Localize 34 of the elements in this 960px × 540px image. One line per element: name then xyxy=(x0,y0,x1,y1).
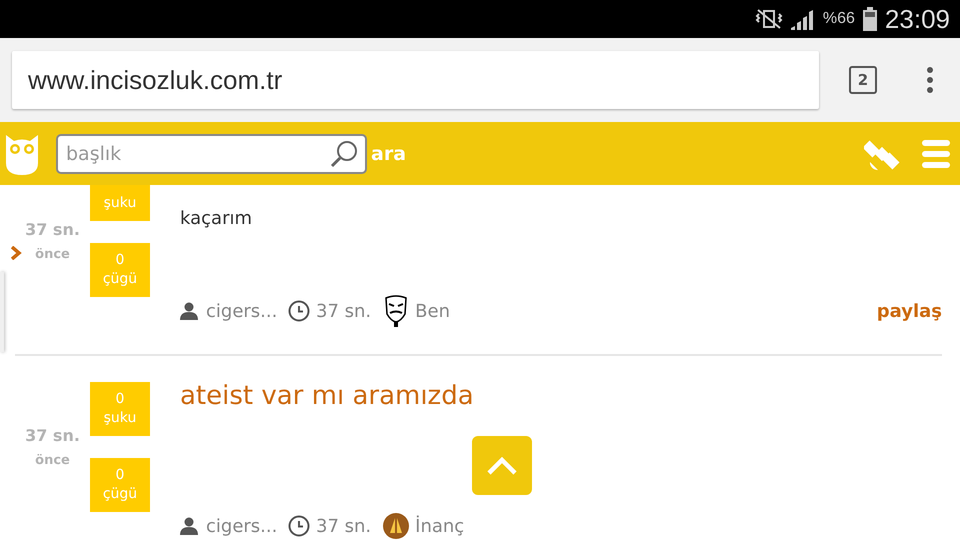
praying-hands-icon xyxy=(383,513,410,539)
more-menu-icon[interactable] xyxy=(927,67,933,93)
post-time: 37 sn. xyxy=(25,426,80,445)
post-age: 37 sn. xyxy=(316,516,372,536)
clock-icon xyxy=(288,300,310,322)
chevron-right-icon[interactable] xyxy=(10,246,22,260)
badge-label: Ben xyxy=(415,300,450,322)
chevron-up-icon xyxy=(487,456,517,474)
search-field[interactable]: başlık xyxy=(56,134,367,174)
status-time: 23:09 xyxy=(884,4,950,34)
vibrate-off-icon xyxy=(754,8,783,30)
owl-logo-icon[interactable] xyxy=(4,132,40,174)
battery-percent: %66 xyxy=(822,10,855,28)
post-time-suffix: önce xyxy=(35,453,70,468)
post-time: 37 sn. xyxy=(25,220,80,239)
scroll-to-top-button[interactable] xyxy=(472,436,532,495)
badge-label: İnanç xyxy=(415,516,464,536)
share-link[interactable]: paylaş xyxy=(876,300,942,322)
address-bar[interactable]: www.incisozluk.com.tr xyxy=(12,51,819,109)
post-age: 37 sn. xyxy=(316,300,372,322)
post-title[interactable]: ateist var mı aramızda xyxy=(180,380,942,412)
tab-count-button[interactable]: 2 xyxy=(849,66,877,94)
user-icon xyxy=(180,517,198,535)
menu-icon[interactable] xyxy=(922,138,950,168)
user-icon xyxy=(180,302,198,320)
post-body: kaçarım xyxy=(180,208,253,229)
search-icon[interactable] xyxy=(329,138,359,168)
signal-icon xyxy=(790,8,815,30)
mask-icon xyxy=(383,294,410,328)
author-name[interactable]: cigers... xyxy=(206,300,288,322)
author-name[interactable]: cigers... xyxy=(206,516,288,536)
post-time-suffix: önce xyxy=(35,247,70,262)
battery-icon xyxy=(862,7,877,31)
clock-icon xyxy=(288,515,310,537)
